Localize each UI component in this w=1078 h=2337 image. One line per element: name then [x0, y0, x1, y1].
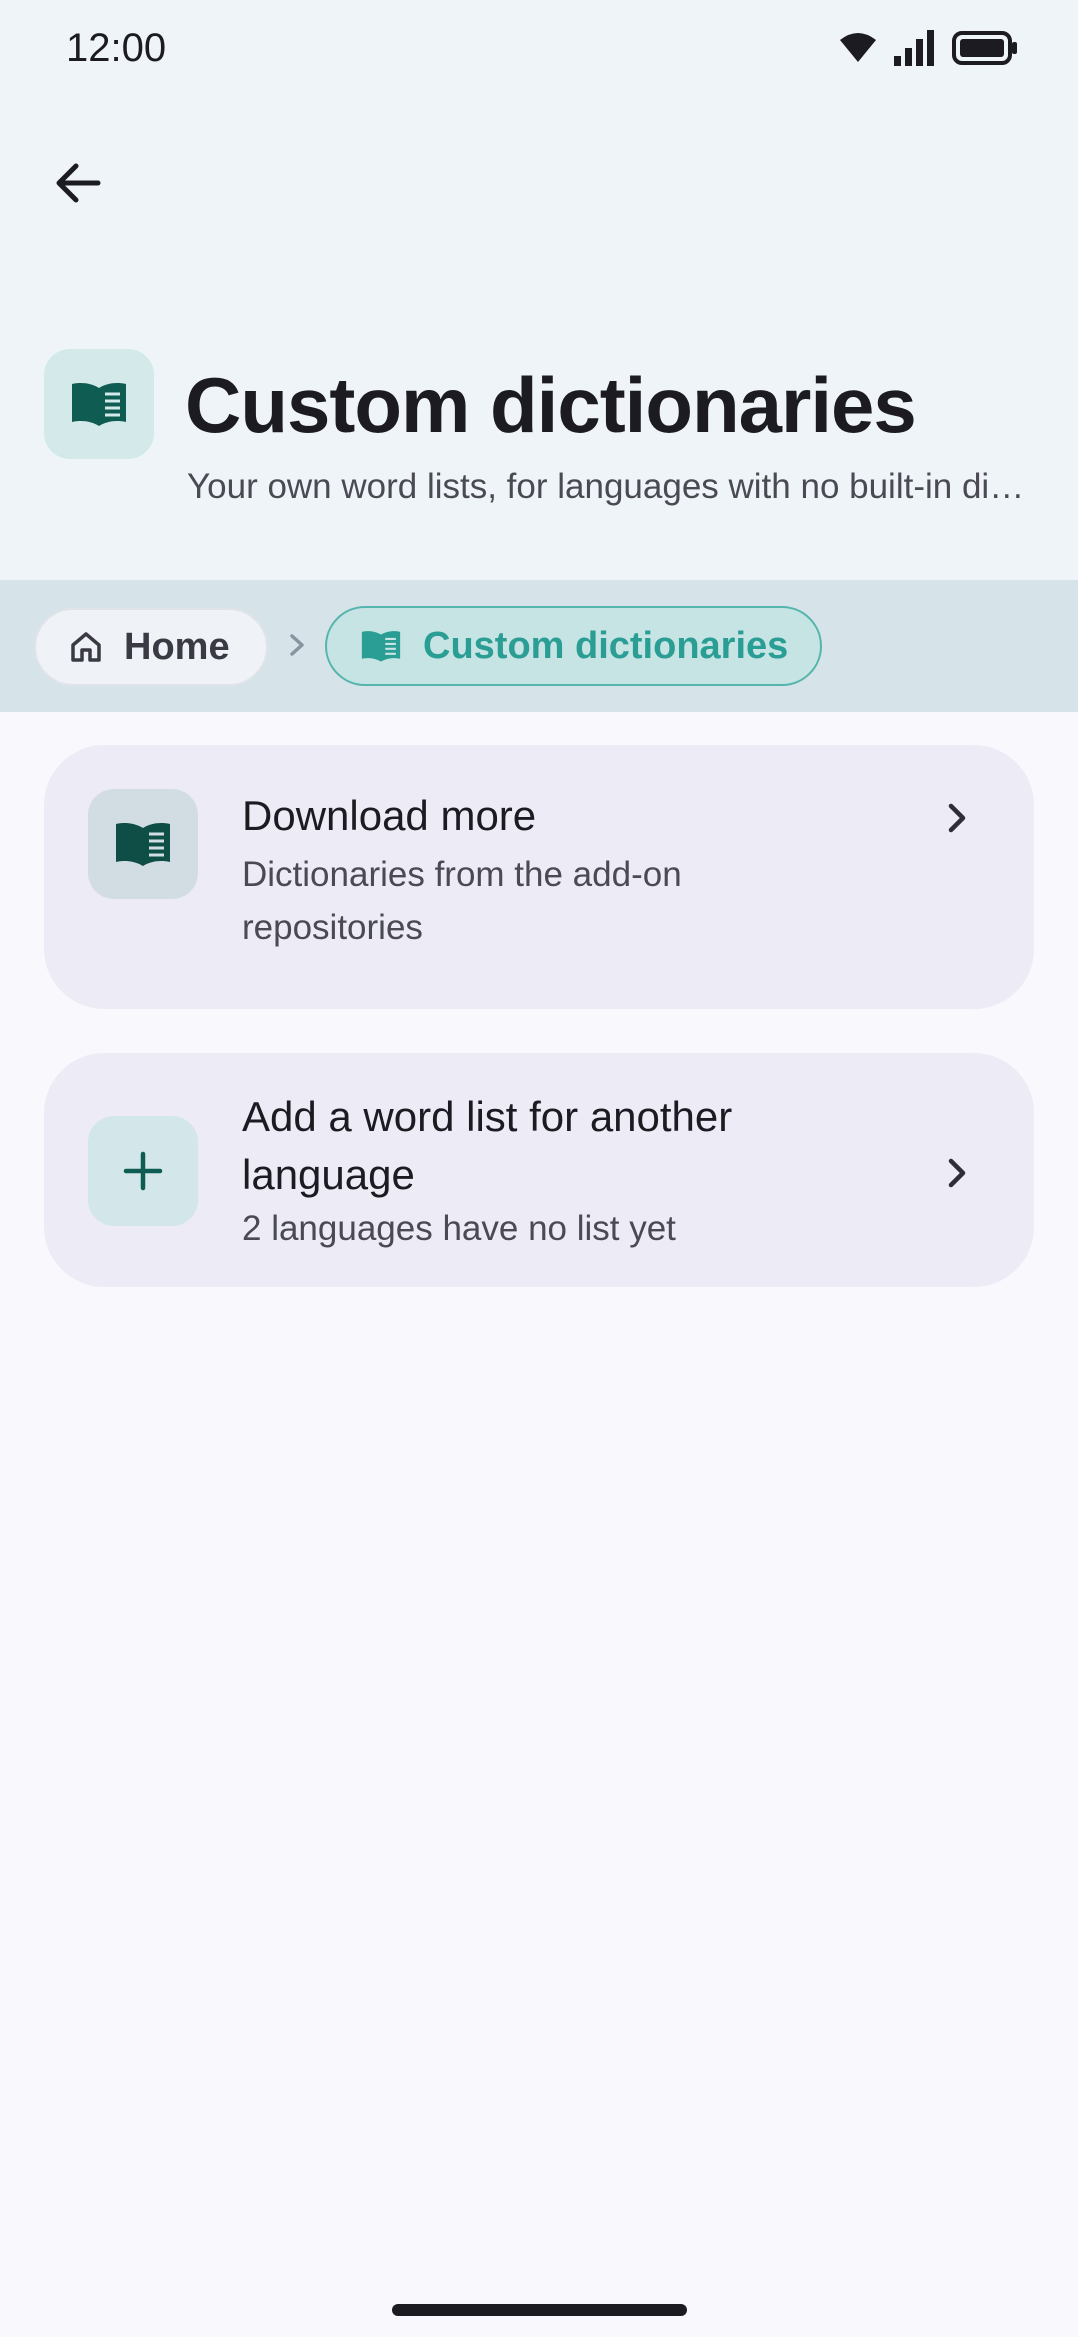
book-icon	[361, 631, 401, 662]
top-app-area: 12:00 Custom dictionaries Your own word …	[0, 0, 1078, 580]
chevron-right-icon	[948, 803, 966, 833]
breadcrumb-current[interactable]: Custom dictionaries	[325, 606, 822, 686]
plus-icon	[123, 1151, 163, 1191]
signal-icon	[894, 30, 934, 66]
breadcrumb-current-label: Custom dictionaries	[423, 624, 789, 667]
arrow-back-icon	[56, 163, 101, 203]
page-subtitle: Your own word lists, for languages with …	[187, 467, 1027, 506]
header-icon-container	[44, 349, 154, 459]
card-icon-container	[88, 1116, 198, 1226]
add-word-list-card[interactable]: Add a word list for another language 2 l…	[44, 1053, 1034, 1287]
book-icon	[72, 383, 126, 426]
breadcrumb-home[interactable]: Home	[34, 608, 268, 686]
card-title: Add a word list for another language	[242, 1093, 733, 1198]
breadcrumb: Home Custom dictionaries	[0, 580, 1078, 712]
card-icon-container	[88, 789, 198, 899]
status-bar: 12:00	[0, 0, 1078, 96]
page-title: Custom dictionaries	[185, 361, 917, 449]
download-more-card[interactable]: Download more Dictionaries from the add-…	[44, 745, 1034, 1009]
breadcrumb-home-label: Home	[124, 625, 230, 668]
status-time: 12:00	[66, 26, 167, 70]
book-icon	[116, 823, 170, 866]
card-subtitle: Dictionaries from the add-on repositorie…	[242, 855, 682, 947]
screen: 12:00 Custom dictionaries Your own word …	[0, 0, 1078, 2337]
home-icon	[71, 632, 101, 662]
chevron-right-icon	[290, 634, 304, 656]
home-indicator[interactable]	[392, 2304, 687, 2316]
wifi-icon	[840, 33, 876, 62]
card-title: Download more	[242, 792, 537, 839]
battery-icon	[952, 31, 1017, 65]
back-button[interactable]	[38, 143, 118, 223]
card-subtitle: 2 languages have no list yet	[242, 1209, 676, 1248]
chevron-right-icon	[948, 1158, 966, 1188]
